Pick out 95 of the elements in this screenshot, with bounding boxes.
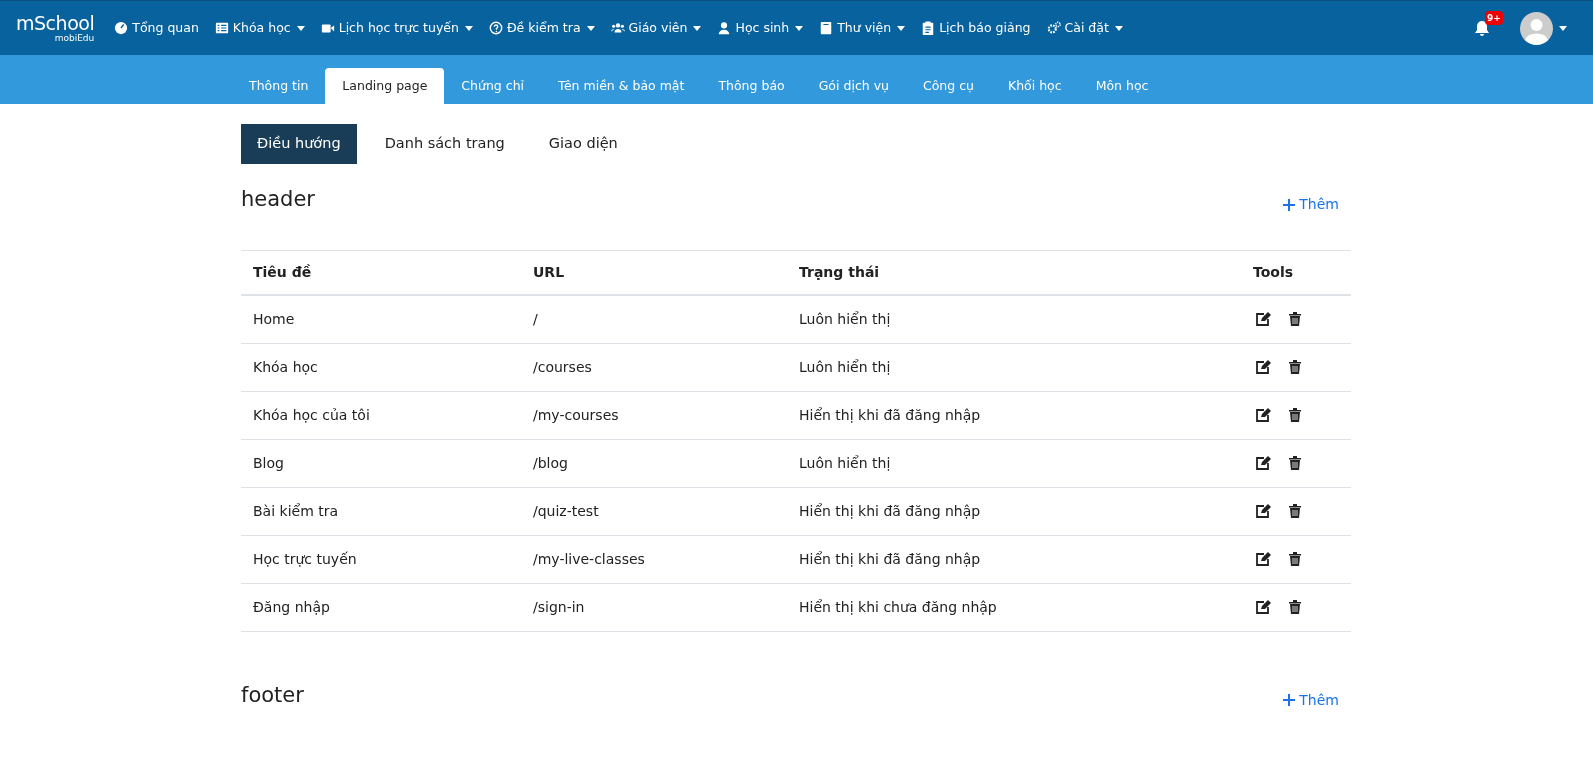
table-cell: Hiển thị khi chưa đăng nhập (799, 598, 997, 615)
nav-link[interactable]: Giáo viên (602, 18, 710, 38)
delete-button[interactable] (1289, 552, 1301, 566)
table-cell: Blog (253, 454, 284, 471)
nav-link[interactable]: Đề kiểm tra (480, 18, 603, 38)
delete-button[interactable] (1289, 408, 1301, 422)
plus-icon (1283, 198, 1296, 211)
edit-icon (1256, 408, 1271, 422)
edit-icon (1256, 552, 1271, 566)
edit-button[interactable] (1256, 504, 1271, 518)
subtab[interactable]: Danh sách trang (368, 124, 521, 164)
subtab[interactable]: Giao diện (532, 124, 634, 164)
user-icon (717, 21, 732, 35)
table-cell: Đăng nhập (253, 598, 330, 615)
edit-icon (1256, 456, 1271, 470)
edit-icon (1256, 600, 1271, 614)
caret-icon (586, 25, 595, 31)
edit-icon (1256, 312, 1271, 327)
book-icon (819, 21, 834, 35)
edit-icon (1256, 360, 1271, 374)
nav-link[interactable]: Học sinh (709, 18, 812, 38)
subtab[interactable]: Điều hướng (241, 124, 357, 164)
section-title: header (241, 186, 315, 213)
avatar-button[interactable] (1520, 11, 1567, 45)
table-cell: / (533, 310, 538, 327)
column-header: Trạng thái (799, 263, 880, 280)
column-header: URL (533, 263, 565, 280)
caret-icon (1559, 25, 1567, 31)
section-title: footer (241, 681, 304, 709)
avatar-icon (1520, 11, 1553, 45)
nav-link[interactable]: Khóa học (206, 18, 313, 38)
edit-icon (1256, 504, 1271, 518)
delete-button[interactable] (1289, 312, 1301, 327)
edit-button[interactable] (1256, 408, 1271, 422)
bell-icon (1474, 19, 1490, 37)
table-cell: /courses (533, 358, 592, 375)
clipboard-icon (921, 21, 936, 35)
nav-link[interactable]: Thư viện (811, 18, 914, 38)
table-cell: /my-live-classes (533, 550, 645, 567)
edit-button[interactable] (1256, 456, 1271, 470)
table-cell: /blog (533, 454, 568, 471)
delete-button[interactable] (1289, 360, 1301, 374)
logo-text: mSchool (16, 12, 95, 33)
delete-button[interactable] (1289, 600, 1301, 614)
table-cell: Bài kiểm tra (253, 502, 339, 519)
trash-icon (1289, 360, 1301, 374)
table-cell: Hiển thị khi đã đăng nhập (799, 550, 981, 567)
delete-button[interactable] (1289, 456, 1301, 470)
add-link[interactable]: Thêm (1283, 194, 1339, 216)
table-cell: /my-courses (533, 406, 619, 423)
nav-link[interactable]: Tổng quan (106, 18, 207, 38)
table-cell: Hiển thị khi đã đăng nhập (799, 406, 981, 423)
users-icon (610, 21, 625, 35)
table-cell: Khóa học của tôi (253, 406, 370, 423)
trash-icon (1289, 600, 1301, 614)
trash-icon (1289, 552, 1301, 566)
trash-icon (1289, 504, 1301, 518)
caret-icon (1114, 25, 1123, 31)
caret-icon (464, 25, 473, 31)
add-link[interactable]: Thêm (1283, 689, 1339, 711)
trash-icon (1289, 408, 1301, 422)
table-cell: Khóa học (253, 358, 318, 375)
table-cell: Hiển thị khi đã đăng nhập (799, 502, 981, 519)
table-cell: Học trực tuyến (253, 550, 357, 567)
caret-icon (296, 25, 305, 31)
nav-link[interactable]: Lịch học trực tuyến (312, 18, 481, 38)
table-cell: Luôn hiển thị (799, 454, 891, 471)
table-cell: Luôn hiển thị (799, 358, 891, 375)
caret-icon (897, 25, 906, 31)
tab[interactable]: Landing page (325, 68, 445, 104)
column-header: Tiêu đề (253, 263, 312, 280)
gears-icon (1046, 21, 1061, 35)
caret-icon (693, 25, 702, 31)
caret-icon (795, 25, 804, 31)
list-icon (214, 21, 229, 35)
table-cell: /sign-in (533, 598, 585, 615)
table-cell: Home (253, 310, 295, 327)
table-cell: Luôn hiển thị (799, 310, 891, 327)
delete-button[interactable] (1289, 504, 1301, 518)
nav-link[interactable]: Lịch báo giảng (913, 18, 1039, 38)
edit-button[interactable] (1256, 552, 1271, 566)
trash-icon (1289, 456, 1301, 470)
edit-button[interactable] (1256, 360, 1271, 374)
notification-badge: 9+ (1485, 10, 1503, 25)
edit-button[interactable] (1256, 312, 1271, 327)
nav-link[interactable]: Cài đặt (1038, 18, 1131, 38)
question-circle-icon (488, 21, 503, 35)
plus-icon (1283, 694, 1296, 707)
column-header: Tools (1253, 263, 1294, 280)
notification-button[interactable] (1474, 19, 1490, 37)
table-cell: /quiz-test (533, 502, 599, 519)
logo-subtext: mobiEdu (54, 32, 95, 44)
gauge-icon (114, 21, 129, 35)
edit-button[interactable] (1256, 600, 1271, 614)
trash-icon (1289, 312, 1301, 327)
